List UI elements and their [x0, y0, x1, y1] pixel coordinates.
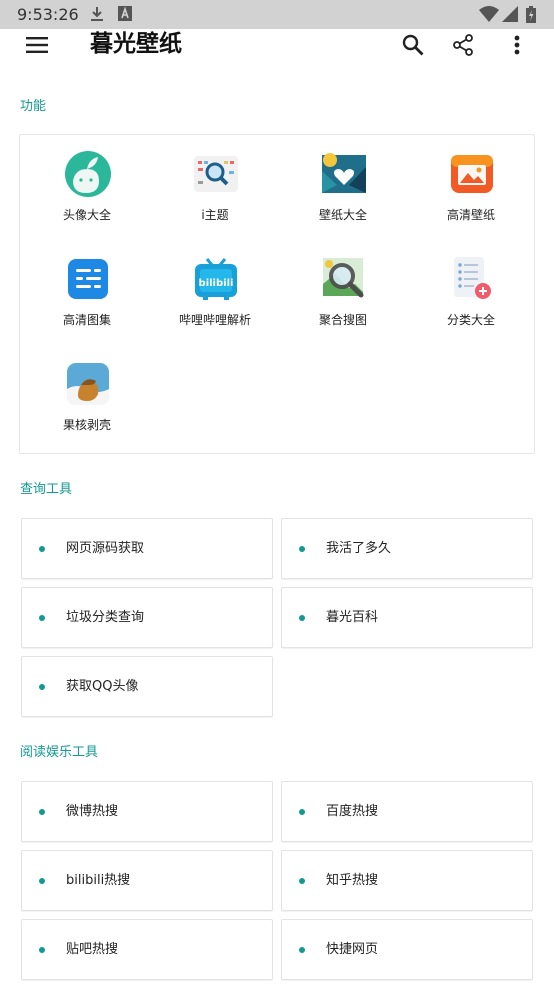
tool-label: 暮光百科 — [326, 610, 379, 625]
tool-quick-webpage[interactable]: 快捷网页 — [281, 919, 533, 980]
func-label: 高清图集 — [62, 313, 111, 327]
more-vert-icon — [514, 35, 520, 55]
bullet-dot — [299, 809, 305, 815]
tool-muguang-wiki[interactable]: 暮光百科 — [281, 587, 533, 648]
svg-text:bilibili: bilibili — [199, 278, 234, 289]
gallery-list-icon — [68, 259, 108, 299]
func-label: 高清壁纸 — [446, 208, 495, 222]
tool-how-long-lived[interactable]: 我活了多久 — [281, 518, 533, 579]
tool-label: 知乎热搜 — [326, 873, 379, 888]
tool-label: 我活了多久 — [326, 541, 392, 556]
tool-baidu-hot[interactable]: 百度热搜 — [281, 781, 533, 842]
font-a-icon — [118, 6, 132, 21]
tool-bilibili-hot[interactable]: bilibili热搜 — [21, 850, 273, 911]
bullet-dot — [299, 878, 305, 884]
bullet-dot — [39, 947, 45, 953]
tool-zhihu-hot[interactable]: 知乎热搜 — [281, 850, 533, 911]
search-button[interactable] — [400, 32, 426, 58]
section-title-query-tools: 查询工具 — [20, 482, 73, 497]
search-icon — [402, 34, 424, 56]
func-label: 果核剥壳 — [62, 418, 111, 432]
tool-label: 百度热搜 — [326, 804, 379, 819]
wallpaper-heart-icon — [322, 153, 366, 193]
battery-icon — [526, 6, 536, 23]
func-label: 壁纸大全 — [318, 208, 367, 222]
tool-label: 快捷网页 — [326, 942, 379, 957]
tool-qq-avatar[interactable]: 获取QQ头像 — [21, 656, 273, 717]
func-label: 哔哩哔哩解析 — [178, 313, 251, 327]
functions-card: 头像大全 i主题 壁纸大全 高清壁纸 高清图集 bilibili 哔哩哔哩解析 … — [19, 134, 535, 454]
hd-wallpaper-icon — [451, 155, 493, 193]
share-icon — [453, 34, 473, 56]
tool-label: 获取QQ头像 — [66, 679, 139, 694]
section-title-functions: 功能 — [20, 99, 47, 114]
nut-icon — [67, 363, 109, 405]
wifi-icon — [479, 6, 499, 22]
tool-label: bilibili热搜 — [66, 873, 131, 888]
section-title-reading-tools: 阅读娱乐工具 — [20, 745, 99, 760]
theme-search-icon — [194, 156, 238, 192]
func-label: 分类大全 — [446, 313, 495, 327]
image-search-icon — [323, 258, 364, 298]
bullet-dot — [39, 615, 45, 621]
app-bar: 暮光壁纸 — [0, 29, 554, 61]
tool-label: 贴吧热搜 — [66, 942, 119, 957]
bullet-dot — [39, 809, 45, 815]
tool-tieba-hot[interactable]: 贴吧热搜 — [21, 919, 273, 980]
menu-icon — [26, 37, 48, 53]
func-hd-gallery[interactable]: 高清图集 — [23, 240, 151, 340]
func-aggregate-image-search[interactable]: 聚合搜图 — [279, 240, 407, 340]
download-icon — [91, 7, 103, 21]
func-label: 聚合搜图 — [318, 313, 367, 327]
share-button[interactable] — [450, 32, 476, 58]
func-wallpaper-collection[interactable]: 壁纸大全 — [279, 135, 407, 235]
category-list-icon — [454, 257, 491, 299]
func-nut-shell[interactable]: 果核剥壳 — [23, 345, 151, 445]
bullet-dot — [299, 947, 305, 953]
func-category-collection[interactable]: 分类大全 — [407, 240, 535, 340]
signal-icon — [502, 6, 518, 22]
more-options-button[interactable] — [504, 32, 530, 58]
tool-garbage-sorting[interactable]: 垃圾分类查询 — [21, 587, 273, 648]
menu-button[interactable] — [24, 32, 50, 58]
bilibili-tv-icon: bilibili — [195, 258, 237, 300]
bullet-dot — [39, 546, 45, 552]
tool-label: 微博热搜 — [66, 804, 119, 819]
bullet-dot — [39, 684, 45, 690]
func-avatar-collection[interactable]: 头像大全 — [23, 135, 151, 235]
tool-label: 网页源码获取 — [66, 541, 145, 556]
tool-webpage-source[interactable]: 网页源码获取 — [21, 518, 273, 579]
tool-label: 垃圾分类查询 — [66, 610, 145, 625]
func-label: 头像大全 — [62, 208, 111, 222]
app-title: 暮光壁纸 — [90, 31, 182, 57]
tool-weibo-hot[interactable]: 微博热搜 — [21, 781, 273, 842]
bullet-dot — [39, 878, 45, 884]
bullet-dot — [299, 546, 305, 552]
func-label: i主题 — [201, 208, 229, 222]
func-i-theme[interactable]: i主题 — [151, 135, 279, 235]
func-hd-wallpaper[interactable]: 高清壁纸 — [407, 135, 535, 235]
status-time: 9:53:26 — [17, 5, 79, 24]
func-bilibili-parse[interactable]: bilibili 哔哩哔哩解析 — [151, 240, 279, 340]
status-bar: 9:53:26 — [0, 0, 554, 29]
bullet-dot — [299, 615, 305, 621]
avatar-sprout-icon — [65, 151, 111, 197]
